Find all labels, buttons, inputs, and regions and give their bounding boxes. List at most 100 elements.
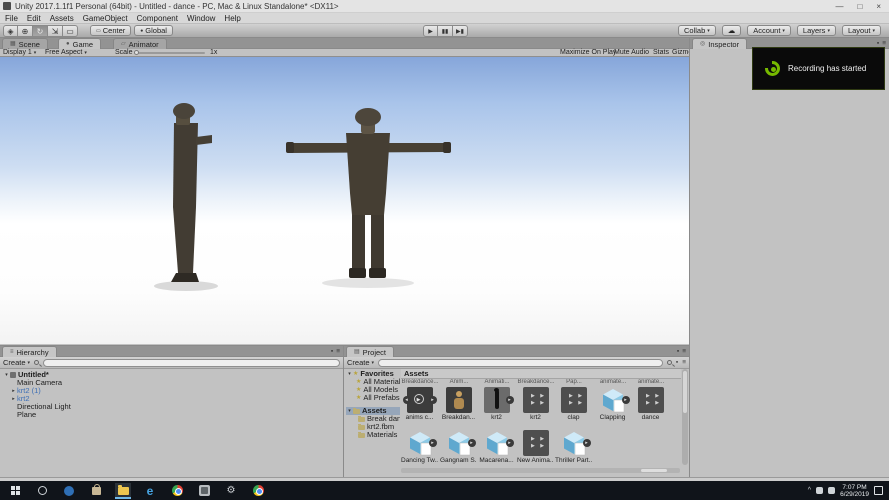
tab-game[interactable]: ● Game <box>58 38 101 49</box>
start-button[interactable] <box>7 483 23 499</box>
expand-arrow-icon[interactable]: ▸ <box>10 395 17 403</box>
layers-dropdown[interactable]: Layers ▾ <box>797 25 836 36</box>
step-button[interactable]: ▶▮ <box>453 25 468 37</box>
panel-lock-icon[interactable]: ▪ <box>331 348 333 355</box>
display-dropdown[interactable]: Display 1 ▾ <box>3 49 36 57</box>
maximize-on-play-button[interactable]: Maximize On Play <box>560 49 616 57</box>
asset-tile-gangnam-style[interactable]: ▸ Gangnam S... <box>440 430 477 464</box>
browser2-button[interactable] <box>250 483 266 499</box>
mute-audio-button[interactable]: Mute Audio <box>614 49 649 57</box>
hierarchy-item-main-camera[interactable]: Main Camera <box>3 379 340 387</box>
expand-subassets-icon[interactable]: ▸ <box>429 439 437 447</box>
expand-subassets-icon[interactable]: ▸ <box>506 396 514 404</box>
tab-hierarchy[interactable]: ≡ Hierarchy <box>2 346 57 357</box>
shield-icon[interactable] <box>816 487 823 494</box>
chrome-button[interactable] <box>169 483 185 499</box>
menu-file[interactable]: File <box>5 14 18 23</box>
asset-tile-anims[interactable]: ▶ ◂ ▸ anims c... <box>401 387 438 421</box>
expand-subassets-icon[interactable]: ▸ <box>506 439 514 447</box>
project-create-button[interactable]: Create▾ <box>347 358 374 367</box>
rect-tool-button[interactable]: ▭ <box>63 25 78 37</box>
menu-component[interactable]: Component <box>137 14 178 23</box>
asset-tile-clap[interactable]: ▶ ▶▶ ▶ clap <box>555 387 592 421</box>
settings-button[interactable]: ⚙ <box>223 483 239 499</box>
scale-slider[interactable] <box>135 52 205 54</box>
scrollbar-thumb[interactable] <box>683 371 687 413</box>
account-dropdown[interactable]: Account ▾ <box>747 25 791 36</box>
expand-arrow-icon[interactable]: ▸ <box>10 387 17 395</box>
space-toggle-button[interactable]: ● Global <box>134 25 173 36</box>
scrollbar-thumb[interactable] <box>641 469 667 472</box>
menu-window[interactable]: Window <box>187 14 215 23</box>
play-button[interactable]: ▶ <box>423 25 438 37</box>
hand-tool-button[interactable]: ◈ <box>3 25 18 37</box>
panel-lock-icon[interactable]: ▪ <box>677 348 679 355</box>
tab-animator[interactable]: ▱ Animator <box>113 38 167 49</box>
action-center-icon[interactable] <box>874 486 883 495</box>
panel-menu-icon[interactable]: ≡ <box>336 348 340 355</box>
rotate-tool-button[interactable]: ↻ <box>33 25 48 37</box>
asset-tile-krt2-anim[interactable]: ▶ ▶▶ ▶ krt2 <box>517 387 554 421</box>
maximize-button[interactable]: □ <box>857 2 862 11</box>
collab-dropdown[interactable]: Collab ▾ <box>678 25 716 36</box>
hierarchy-item-plane[interactable]: Plane <box>3 411 340 419</box>
next-arrow-icon[interactable]: ▸ <box>429 396 437 404</box>
panel-lock-icon[interactable]: ▪ <box>877 40 879 47</box>
menu-edit[interactable]: Edit <box>27 14 41 23</box>
app-button[interactable] <box>196 483 212 499</box>
asset-tile-new-animation[interactable]: ▶ ▶▶ ▶ New Anima... <box>517 430 554 464</box>
tab-inspector[interactable]: ◎ Inspector <box>692 38 747 49</box>
store-button[interactable] <box>88 483 104 499</box>
asset-tile-clapping[interactable]: ▸ Clapping <box>594 387 631 421</box>
asset-tile-thriller-part[interactable]: ▸ Thriller Part... <box>555 430 592 464</box>
minimize-button[interactable]: — <box>835 2 843 11</box>
panel-menu-icon[interactable]: ≡ <box>682 359 686 366</box>
edge-button[interactable]: e <box>142 483 158 499</box>
hierarchy-item-directional-light[interactable]: Directional Light <box>3 403 340 411</box>
recording-notification[interactable]: Recording has started <box>752 47 885 90</box>
project-fav-all-prefabs[interactable]: ★ All Prefabs <box>346 394 400 402</box>
panel-menu-icon[interactable]: ≡ <box>682 348 686 355</box>
aspect-dropdown[interactable]: Free Aspect ▾ <box>45 49 87 57</box>
close-button[interactable]: × <box>876 2 881 11</box>
project-vertical-scrollbar[interactable] <box>682 369 688 465</box>
asset-tile-krt2-model[interactable]: ▸ krt2 <box>478 387 515 421</box>
menu-assets[interactable]: Assets <box>50 14 74 23</box>
stats-button[interactable]: Stats <box>653 49 669 57</box>
expand-subassets-icon[interactable]: ▸ <box>468 439 476 447</box>
tray-expand-icon[interactable]: ^ <box>808 487 811 494</box>
prev-arrow-icon[interactable]: ◂ <box>403 396 411 404</box>
cloud-button[interactable]: ☁ <box>722 25 742 36</box>
menu-gameobject[interactable]: GameObject <box>83 14 128 23</box>
project-horizontal-scrollbar[interactable] <box>401 468 680 473</box>
expand-subassets-icon[interactable]: ▸ <box>583 439 591 447</box>
project-search-input[interactable] <box>378 359 663 367</box>
project-folder-materials[interactable]: Materials <box>346 431 400 439</box>
tab-scene[interactable]: ▦ Scene <box>2 38 48 49</box>
hierarchy-create-button[interactable]: Create▾ <box>3 358 30 367</box>
search-taskbar-button[interactable] <box>34 483 50 499</box>
asset-tile-dancing-twerk[interactable]: ▸ Dancing Tw... <box>401 430 438 464</box>
menu-help[interactable]: Help <box>224 14 240 23</box>
speaker-icon[interactable] <box>828 487 835 494</box>
expand-arrow-icon[interactable]: ▾ <box>346 370 353 378</box>
asset-tile-breakdance[interactable]: Breakdan... <box>440 387 477 421</box>
layout-dropdown[interactable]: Layout ▾ <box>842 25 881 36</box>
panel-lock-icon[interactable]: ▪ <box>676 359 678 366</box>
expand-arrow-icon[interactable]: ▾ <box>346 407 353 415</box>
asset-tile-macarena[interactable]: ▸ Macarena... <box>478 430 515 464</box>
scale-slider-knob[interactable] <box>134 50 139 55</box>
asset-tile-dance[interactable]: ▶ ▶▶ ▶ dance <box>632 387 669 421</box>
expand-arrow-icon[interactable]: ▾ <box>3 371 10 379</box>
tab-project[interactable]: ▤ Project <box>346 346 394 357</box>
cortana-button[interactable] <box>61 483 77 499</box>
hierarchy-search-input[interactable] <box>43 359 340 367</box>
pause-button[interactable]: ▮▮ <box>438 25 453 37</box>
taskbar-clock[interactable]: 7:07 PM 6/29/2019 <box>840 484 869 498</box>
panel-menu-icon[interactable]: ≡ <box>882 40 886 47</box>
expand-subassets-icon[interactable]: ▸ <box>622 396 630 404</box>
pivot-toggle-button[interactable]: ▭ Center <box>90 25 131 36</box>
hierarchy-item-krt2-1[interactable]: ▸ krt2 (1) <box>3 387 340 395</box>
file-explorer-button[interactable] <box>115 483 131 499</box>
scale-tool-button[interactable]: ⇲ <box>48 25 63 37</box>
